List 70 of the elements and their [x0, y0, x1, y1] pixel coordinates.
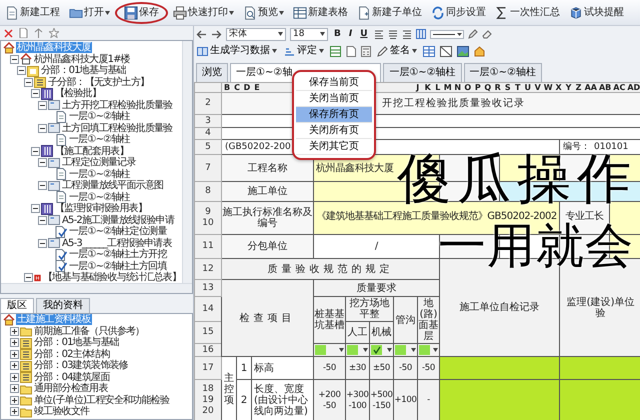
tolerance-value: +500 -150 — [370, 380, 394, 420]
row-number: 3 — [204, 116, 212, 126]
column-letter: D — [242, 84, 252, 92]
row-number: 20 — [201, 406, 215, 417]
column-letter: U — [524, 84, 532, 92]
column-letter: K — [424, 84, 432, 92]
row-number: 14 — [201, 304, 215, 314]
column-letter: J — [414, 84, 420, 92]
column-letter: R — [494, 84, 502, 92]
row-number: 13 — [201, 282, 215, 294]
column-heading: 质量要求 — [314, 280, 440, 296]
row-number: 9 — [204, 207, 212, 218]
item-number: 2 — [236, 380, 252, 420]
row-number: 4 — [204, 128, 212, 138]
tolerance-value: +100 — [394, 380, 418, 420]
tolerance-value: +200 -50 — [314, 380, 346, 420]
tolerance-value: -50 — [394, 356, 418, 380]
row-number: 10 — [201, 218, 215, 229]
group-label: 主控项 — [224, 372, 234, 406]
column-letter: E — [253, 84, 261, 92]
row-number: 15 — [201, 327, 215, 338]
column-letter: T — [514, 84, 522, 92]
tolerance-value: -50 — [418, 356, 440, 380]
column-letter: AB — [598, 84, 612, 92]
row-number: 5 — [204, 142, 212, 152]
row-number: 16 — [201, 344, 215, 356]
row-number: 8 — [204, 186, 212, 197]
column-letter: V — [534, 84, 542, 92]
column-heading: 地(路)面基层 — [418, 296, 440, 344]
column-letter: W — [542, 84, 554, 92]
column-letter: M — [442, 84, 453, 92]
row-number: 18 — [201, 384, 215, 395]
column-letter: AA — [584, 84, 598, 92]
item-name: 长度、宽度(由设计中心线向两边量) — [252, 380, 314, 420]
column-letter: O — [463, 84, 472, 92]
row-number: 11 — [201, 241, 215, 252]
column-letter: N — [453, 84, 462, 92]
column-letter: S — [504, 84, 512, 92]
column-letter: C — [233, 84, 241, 92]
column-heading: 管沟 — [394, 296, 418, 344]
tolerance-value: -50 — [314, 356, 346, 380]
tolerance-value: +300 -100 — [346, 380, 370, 420]
item-name: 标高 — [252, 356, 314, 380]
column-heading: 人工 — [346, 322, 370, 344]
column-letter: P — [474, 84, 482, 92]
field-label: 施工执行标准名称及编号 — [222, 202, 314, 234]
column-letter: X — [554, 84, 563, 92]
tolerance-value: - — [418, 380, 440, 420]
column-heading: 桩基基坑基槽 — [314, 296, 346, 344]
tolerance-value: ±30 — [346, 356, 370, 380]
tolerance-value: ±50 — [370, 356, 394, 380]
column-heading: 机械 — [370, 322, 394, 344]
field-label: 施工单位 — [222, 182, 314, 202]
row-number: 12 — [201, 264, 215, 274]
section-title: 质量验收规范的规定 — [268, 264, 394, 274]
column-letter: L — [434, 84, 442, 92]
column-letter: B — [222, 84, 232, 92]
column-letter: AD — [626, 84, 640, 92]
column-letter: Z — [574, 84, 582, 92]
row-number: 19 — [201, 395, 215, 406]
column-letter: Q — [483, 84, 492, 92]
column-heading: 检查项目 — [240, 312, 296, 324]
row-number: 17 — [201, 362, 215, 374]
column-letter: Y — [564, 84, 572, 92]
row-number: 2 — [204, 98, 212, 109]
column-letter: AC — [612, 84, 626, 92]
column-heading: 挖方场地平整 — [346, 296, 394, 322]
row-number: 7 — [204, 162, 212, 174]
field-label: 分包单位 — [222, 234, 314, 258]
field-label: 工程名称 — [222, 154, 314, 182]
